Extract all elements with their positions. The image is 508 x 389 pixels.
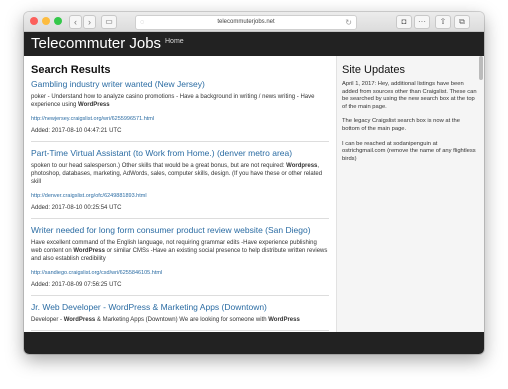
listing-title-link[interactable]: Jr. Web Developer - WordPress & Marketin… [31,302,329,313]
address-bar[interactable]: ◌ telecommuterjobs.net ↻ [135,15,357,30]
search-results-heading: Search Results [31,64,111,76]
site-update-paragraph: April 1, 2017: Hey, additional listings … [342,81,477,110]
address-url: telecommuterjobs.net [217,19,275,25]
privacy-shield-icon: ◌ [140,19,145,26]
pocket-icon[interactable]: ◘ [396,15,412,29]
site-navbar: Telecommuter Jobs Home [24,32,484,56]
search-results-section: Search Results Gambling industry writer … [31,64,329,332]
listing-item: Writer needed for long form consumer pro… [31,225,329,296]
site-updates-heading: Site Updates [342,64,405,76]
listing-added-date: Added: 2017-08-10 00:25:54 UTC [31,205,122,211]
listing-item: Part-Time Virtual Assistant (to Work fro… [31,148,329,219]
site-brand-link[interactable]: Telecommuter Jobs [31,33,161,55]
listing-title-link[interactable]: Part-Time Virtual Assistant (to Work fro… [31,148,329,159]
browser-titlebar: ‹ › ▭ ◌ telecommuterjobs.net ↻ ◘ ··· ⇧ ⧉ [24,12,484,32]
page-content: Search Results Gambling industry writer … [24,56,484,332]
browser-window: ‹ › ▭ ◌ telecommuterjobs.net ↻ ◘ ··· ⇧ ⧉… [24,12,484,354]
close-window-button[interactable] [30,17,38,25]
site-updates-sidebar: Site Updates April 1, 2017: Hey, additio… [336,56,484,332]
back-arrow-icon[interactable]: ‹ [69,15,82,29]
nav-home-link[interactable]: Home [165,32,184,52]
sidebar-toggle-icon[interactable]: ▭ [101,15,117,29]
zoom-window-button[interactable] [54,17,62,25]
reload-icon[interactable]: ↻ [345,16,352,29]
listing-item: Jr. Web Developer - WordPress & Marketin… [31,302,329,331]
scrollbar-thumb[interactable] [479,56,483,80]
listing-title-link[interactable]: Writer needed for long form consumer pro… [31,225,329,236]
listing-item: Gambling industry writer wanted (New Jer… [31,79,329,142]
listing-added-date: Added: 2017-08-09 07:56:25 UTC [31,282,122,288]
listing-url-link[interactable]: http://sandiego.craigslist.org/csd/wri/6… [31,269,329,277]
listing-url-link[interactable]: http://newjersey.craigslist.org/wri/6255… [31,115,329,123]
site-update-paragraph: I can be reached at sodanipenguin at ost… [342,140,476,162]
listing-description: Developer - WordPress & Marketing Apps (… [31,317,300,323]
extensions-icon[interactable]: ··· [414,15,430,29]
listing-title-link[interactable]: Gambling industry writer wanted (New Jer… [31,79,329,90]
forward-arrow-icon[interactable]: › [83,15,96,29]
listing-url-link[interactable]: http://denver.craigslist.org/ofc/6249881… [31,192,329,200]
site-footer [24,332,484,354]
minimize-window-button[interactable] [42,17,50,25]
listing-added-date: Added: 2017-08-10 04:47:21 UTC [31,128,122,134]
tabs-overview-icon[interactable]: ⧉ [454,15,470,29]
listing-description: poker - Understand how to analyze casino… [31,94,315,108]
listing-description: spoken to our head salesperson.) Other s… [31,163,323,185]
share-icon[interactable]: ⇧ [435,15,451,29]
site-update-paragraph: The legacy Craigslist search box is now … [342,118,460,132]
listing-description: Have excellent command of the English la… [31,240,328,262]
